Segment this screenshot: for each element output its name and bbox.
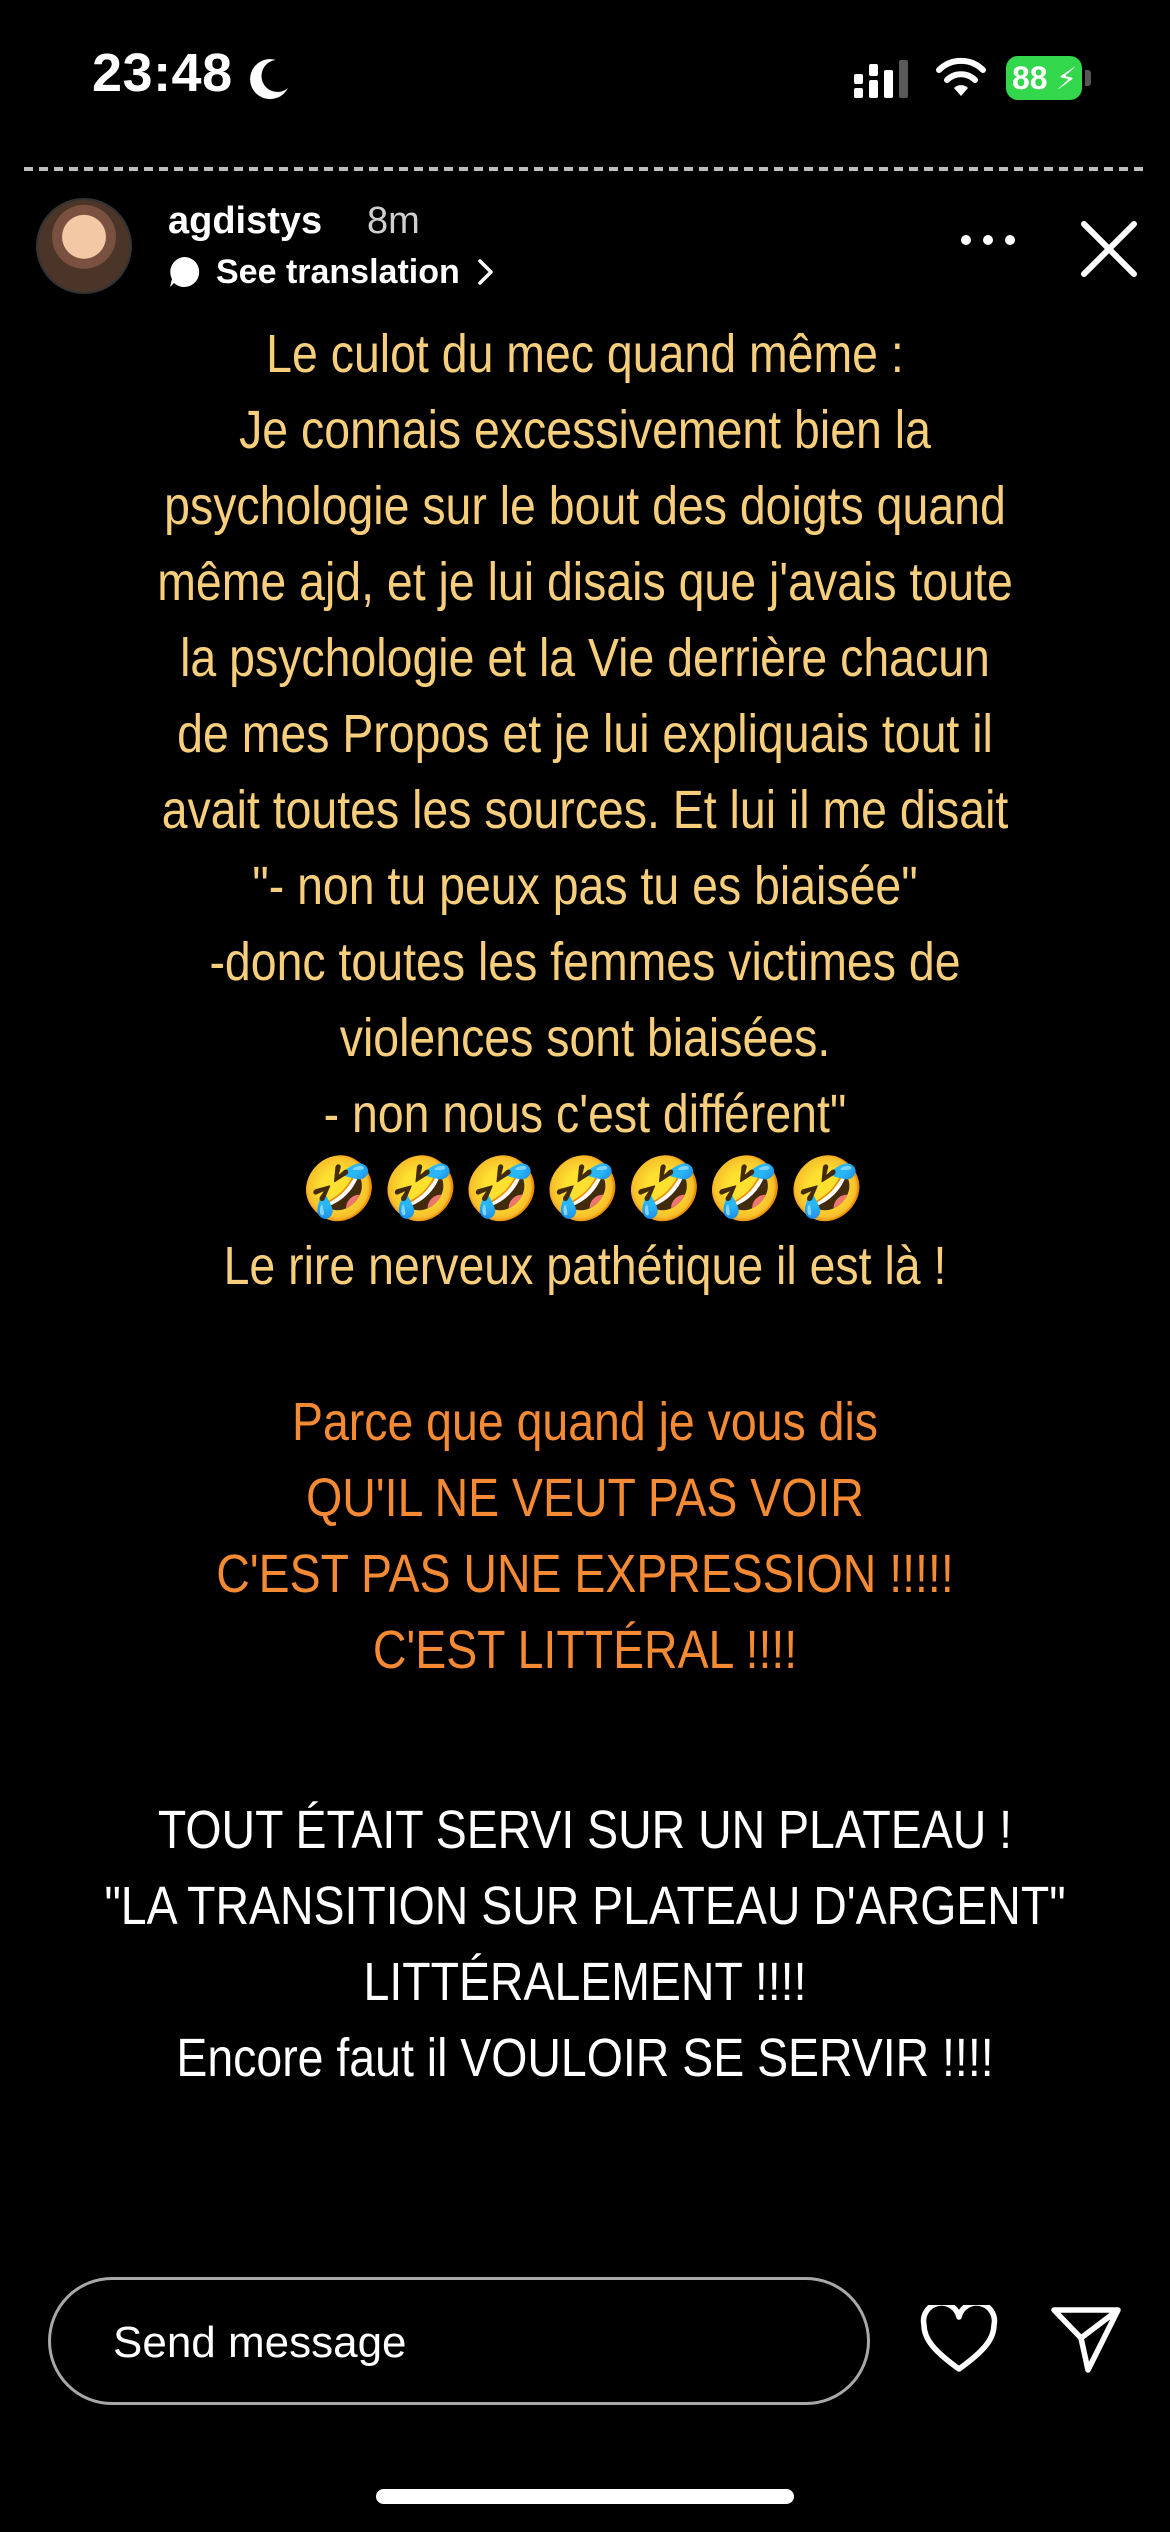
close-icon[interactable] xyxy=(1078,218,1140,280)
story-line: Le culot du mec quand même : xyxy=(266,324,904,384)
story-line: violences sont biaisées. xyxy=(339,1008,831,1068)
story-line: - non nous c'est différent" xyxy=(323,1084,847,1144)
see-translation-label: See translation xyxy=(216,252,460,291)
home-indicator[interactable] xyxy=(376,2489,794,2504)
story-line: Encore faut il VOULOIR SE SERVIR !!!! xyxy=(176,2028,994,2088)
story-line: TOUT ÉTAIT SERVI SUR UN PLATEAU ! xyxy=(157,1800,1013,1860)
story-line: même ajd, et je lui disais que j'avais t… xyxy=(157,552,1013,612)
status-bar: 23:48 88 ⚡ xyxy=(0,0,1170,150)
send-message-input[interactable]: Send message xyxy=(48,2277,870,2405)
story-line: avait toutes les sources. Et lui il me d… xyxy=(161,780,1009,840)
story-line: Parce que quand je vous dis xyxy=(291,1392,879,1452)
signal-icon xyxy=(854,60,908,98)
story-line: la psychologie et la Vie derrière chacun xyxy=(180,628,990,688)
story-line: Le rire nerveux pathétique il est là ! xyxy=(223,1236,947,1296)
story-progress-bar xyxy=(24,167,1146,171)
story-text-block-3: TOUT ÉTAIT SERVI SUR UN PLATEAU ! "LA TR… xyxy=(0,1792,1170,2096)
chevron-right-icon xyxy=(478,259,493,285)
story-line: LITTÉRALEMENT !!!! xyxy=(363,1952,807,2012)
story-line: C'EST LITTÉRAL !!!! xyxy=(372,1620,798,1680)
charging-bolt-icon: ⚡ xyxy=(1056,63,1078,96)
moon-icon xyxy=(250,59,288,100)
story-line: Je connais excessivement bien la xyxy=(239,400,931,460)
battery-icon: 88 ⚡ xyxy=(1006,56,1092,100)
wifi-icon xyxy=(936,57,986,96)
story-line: psychologie sur le bout des doigts quand xyxy=(164,476,1006,536)
story-line: QU'IL NE VEUT PAS VOIR xyxy=(306,1468,864,1528)
story-line: de mes Propos et je lui expliquais tout … xyxy=(177,704,993,764)
story-screen[interactable]: 23:48 88 ⚡ agdistys 8m See translation L… xyxy=(0,0,1170,2532)
story-text-block-1: Le culot du mec quand même : Je connais … xyxy=(0,316,1170,1304)
story-line: "- non tu peux pas tu es biaisée" xyxy=(252,856,918,916)
status-time: 23:48 xyxy=(92,43,233,103)
see-translation-button[interactable]: See translation xyxy=(168,250,496,294)
story-line: -donc toutes les femmes victimes de xyxy=(209,932,961,992)
translate-icon xyxy=(170,257,200,287)
send-icon[interactable] xyxy=(1048,2302,1124,2376)
send-message-placeholder: Send message xyxy=(113,2318,407,2367)
story-line: C'EST PAS UNE EXPRESSION !!!!! xyxy=(216,1544,954,1604)
story-line: "LA TRANSITION SUR PLATEAU D'ARGENT" xyxy=(104,1876,1066,1936)
story-timestamp: 8m xyxy=(367,200,420,242)
story-username[interactable]: agdistys xyxy=(168,200,322,243)
story-text-block-2: Parce que quand je vous dis QU'IL NE VEU… xyxy=(0,1384,1170,1688)
laughing-emoji-row: 🤣🤣🤣🤣🤣🤣🤣 xyxy=(300,1155,870,1224)
battery-level: 88 xyxy=(1012,60,1048,96)
heart-icon[interactable] xyxy=(920,2305,998,2375)
avatar[interactable] xyxy=(36,198,132,294)
more-options-icon[interactable] xyxy=(958,230,1018,250)
